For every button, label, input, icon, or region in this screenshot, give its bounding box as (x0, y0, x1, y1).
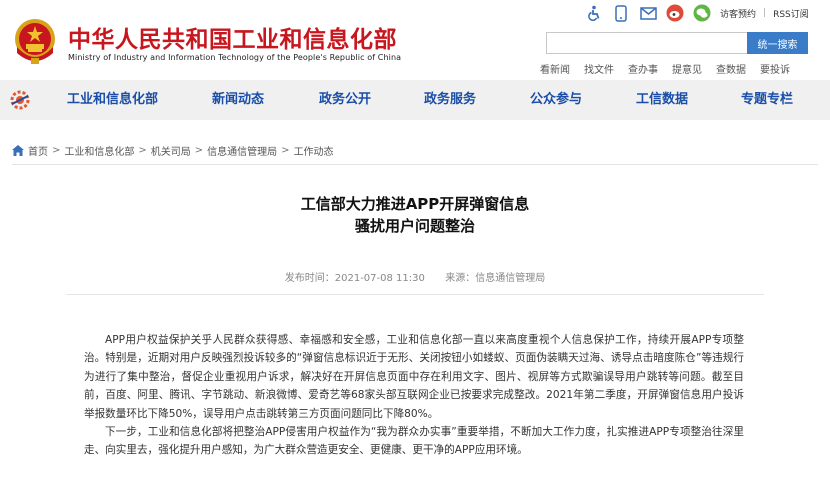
wechat-icon[interactable] (693, 4, 711, 22)
breadcrumb-separator: > (194, 145, 204, 156)
quick-link-complaint[interactable]: 要投诉 (760, 61, 790, 76)
quick-link-data[interactable]: 查数据 (716, 61, 746, 76)
national-emblem-icon (15, 19, 55, 64)
site-title[interactable]: 中华人民共和国工业和信息化部 (68, 20, 397, 54)
nav-item-data[interactable]: 工信数据 (636, 80, 688, 120)
breadcrumb-work-news[interactable]: 工作动态 (294, 143, 334, 158)
article-source: 来源：信息通信管理局 (445, 273, 546, 284)
article-title-line: 骚扰用户问题整治 (354, 217, 475, 235)
divider (66, 294, 764, 295)
breadcrumb-home[interactable]: 首页 (28, 143, 48, 158)
breadcrumb-separator: > (138, 145, 147, 156)
site-header: 中华人民共和国工业和信息化部 Ministry of Industry and … (0, 0, 830, 80)
breadcrumb-departments[interactable]: 机关司局 (151, 143, 191, 158)
quick-link-feedback[interactable]: 提意见 (672, 61, 702, 76)
article-body: APP用户权益保护关乎人民群众获得感、幸福感和安全感，工业和信息化部一直以来高度… (84, 331, 744, 460)
main-nav: 工业和信息化部 新闻动态 政务公开 政务服务 公众参与 工信数据 专题专栏 (0, 80, 830, 120)
divider: | (763, 8, 767, 18)
home-icon (12, 145, 24, 156)
article-title-line: 工信部大力推进APP开屏弹窗信息 (300, 195, 530, 213)
article-title: 工信部大力推进APP开屏弹窗信息 骚扰用户问题整治 (0, 193, 830, 237)
breadcrumb-separator: > (281, 145, 290, 156)
nav-item-gov-affairs[interactable]: 政务公开 (319, 80, 371, 120)
site-subtitle: Ministry of Industry and Information Tec… (68, 53, 402, 62)
quick-links: 看新闻 找文件 查办事 提意见 查数据 要投诉 (540, 61, 804, 76)
rss-link[interactable]: RSS订阅 (773, 7, 809, 20)
quick-link-news[interactable]: 看新闻 (540, 61, 570, 76)
breadcrumb-separator: > (52, 145, 61, 156)
breadcrumb: 首页 > 工业和信息化部 > 机关司局 > 信息通信管理局 > 工作动态 (12, 143, 334, 158)
weibo-icon[interactable] (666, 4, 684, 22)
top-utility-bar: 访客预约 | RSS订阅 (585, 4, 809, 22)
publish-time: 发布时间：2021-07-08 11:30 (284, 273, 425, 284)
breadcrumb-bureau[interactable]: 信息通信管理局 (207, 143, 277, 158)
visit-appointment-link[interactable]: 访客预约 (720, 7, 756, 20)
nav-item-public-participation[interactable]: 公众参与 (530, 80, 582, 120)
mail-icon[interactable] (639, 4, 657, 22)
search-input[interactable] (546, 32, 747, 54)
ministry-logo-icon[interactable] (10, 90, 30, 110)
quick-link-services[interactable]: 查办事 (628, 61, 658, 76)
article-meta: 发布时间：2021-07-08 11:30 来源：信息通信管理局 (0, 269, 830, 284)
nav-item-topics[interactable]: 专题专栏 (741, 80, 793, 120)
quick-link-files[interactable]: 找文件 (584, 61, 614, 76)
mobile-icon[interactable] (612, 4, 630, 22)
divider (12, 164, 818, 165)
breadcrumb-ministry[interactable]: 工业和信息化部 (64, 143, 134, 158)
accessibility-icon[interactable] (585, 4, 603, 22)
article-paragraph: 下一步，工业和信息化部将把整治APP侵害用户权益作为“我为群众办实事”重要举措，… (84, 426, 744, 457)
nav-item-ministry[interactable]: 工业和信息化部 (67, 80, 158, 120)
article-paragraph: APP用户权益保护关乎人民群众获得感、幸福感和安全感，工业和信息化部一直以来高度… (84, 334, 744, 420)
nav-item-news[interactable]: 新闻动态 (212, 80, 264, 120)
search-button[interactable]: 统一搜索 (747, 32, 808, 54)
nav-item-gov-services[interactable]: 政务服务 (424, 80, 476, 120)
